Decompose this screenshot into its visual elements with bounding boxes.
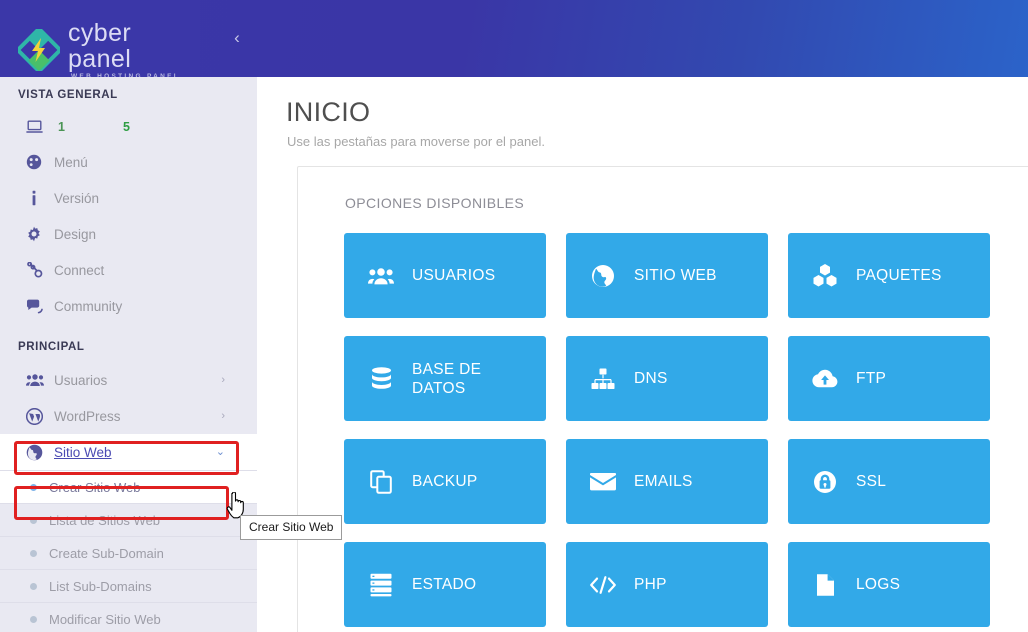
sidebar-subitem-modificar-sitio-web[interactable]: Modificar Sitio Web — [0, 602, 257, 632]
sidebar-item-design[interactable]: Design — [0, 216, 257, 252]
tile-paquetes[interactable]: PAQUETES — [788, 233, 990, 318]
tile-label: ESTADO — [412, 576, 477, 593]
lock-shield-icon — [810, 470, 840, 494]
tile-label: BACKUP — [412, 473, 478, 490]
bullet-icon — [30, 483, 37, 491]
tile-backup[interactable]: BACKUP — [344, 439, 546, 524]
globe-icon — [26, 444, 48, 461]
sidebar-subitem-label: List Sub-Domains — [49, 578, 152, 594]
sidebar-subitem-crear-sitio-web[interactable]: Crear Sitio Web — [0, 470, 257, 503]
chevron-down-icon: ⌄ — [215, 445, 225, 458]
sidebar-item-label: Versión — [54, 190, 100, 206]
tile-label: LOGS — [856, 576, 901, 593]
sidebar-item-label: Usuarios — [54, 372, 108, 388]
tile-label: SITIO WEB — [634, 267, 717, 284]
stat-value-a: 1 — [58, 120, 65, 134]
main-content: INICIO Use las pestañas para moverse por… — [257, 77, 1028, 632]
page-subtitle: Use las pestañas para moverse por el pan… — [287, 134, 545, 149]
sidebar-item-label: Design — [54, 226, 97, 242]
tile-base-de-datos[interactable]: BASE DE DATOS — [344, 336, 546, 421]
sidebar-item-label: Community — [54, 298, 123, 314]
tile-usuarios[interactable]: USUARIOS — [344, 233, 546, 318]
link-icon — [26, 262, 48, 278]
laptop-icon — [26, 120, 48, 134]
tile-ssl[interactable]: SSL — [788, 439, 990, 524]
cloud-upload-icon — [810, 369, 840, 388]
tile-php[interactable]: PHP — [566, 542, 768, 627]
copy-icon — [366, 469, 396, 494]
sidebar-item-connect[interactable]: Connect — [0, 252, 257, 288]
brand-name: cyber panel — [68, 19, 132, 73]
tile-label: PHP — [634, 576, 667, 593]
sidebar-subitem-lista-de-sitios-web[interactable]: Lista de Sitios Web — [0, 503, 257, 536]
cubes-icon — [810, 264, 840, 287]
bullet-icon — [30, 549, 37, 557]
tile-emails[interactable]: EMAILS — [566, 439, 768, 524]
sidebar-section-overview-title: VISTA GENERAL — [18, 89, 118, 101]
sidebar-item-menu[interactable]: Menú — [0, 144, 257, 180]
bullet-icon — [30, 516, 37, 524]
users-icon — [366, 266, 396, 285]
tooltip-crear-sitio-web: Crear Sitio Web — [240, 515, 343, 540]
cyberpanel-app: cyber panel WEB HOSTING PANEL ‹ VISTA GE… — [0, 0, 1028, 632]
tile-label: USUARIOS — [412, 267, 496, 284]
wordpress-icon — [26, 407, 48, 425]
bullet-icon — [30, 615, 37, 623]
tile-ftp[interactable]: FTP — [788, 336, 990, 421]
logo-zone: cyber panel WEB HOSTING PANEL — [0, 0, 200, 80]
sidebar-item-label: Menú — [54, 154, 88, 170]
sidebar-item-version[interactable]: Versión — [0, 180, 257, 216]
brand[interactable]: cyber panel WEB HOSTING PANEL — [14, 18, 200, 82]
code-icon — [588, 575, 618, 595]
sidebar-subitem-label: Lista de Sitios Web — [49, 512, 161, 528]
sidebar-item-label: WordPress — [54, 408, 121, 424]
tile-estado[interactable]: ESTADO — [344, 542, 546, 627]
stat-value-b: 5 — [122, 120, 130, 134]
tile-label: PAQUETES — [856, 267, 942, 284]
sidebar-subitem-label: Create Sub-Domain — [49, 545, 164, 561]
tile-label: SSL — [856, 473, 887, 490]
sidebar-section-main-title: PRINCIPAL — [18, 341, 85, 353]
page-title: INICIO — [286, 97, 371, 127]
sidebar-subitem-label: Modificar Sitio Web — [49, 611, 161, 627]
tile-label: BASE DE DATOS — [412, 360, 482, 397]
sitemap-icon — [588, 368, 618, 390]
dashboard-icon — [26, 154, 48, 170]
users-icon — [26, 373, 48, 387]
info-icon — [26, 190, 48, 206]
tile-dns[interactable]: DNS — [566, 336, 768, 421]
sidebar-item-wordpress[interactable]: WordPress › — [0, 398, 257, 434]
chevron-right-icon: › — [221, 373, 225, 386]
database-icon — [366, 366, 396, 391]
chevron-right-icon: › — [221, 409, 225, 422]
sidebar-item-sitio-web[interactable]: Sitio Web ⌄ — [0, 434, 257, 470]
tile-label: DNS — [634, 370, 668, 387]
top-bar: cyber panel WEB HOSTING PANEL ‹ — [0, 0, 1028, 80]
diamond-bolt-logo-icon — [14, 25, 64, 75]
tile-logs[interactable]: LOGS — [788, 542, 990, 627]
server-icon — [366, 573, 396, 597]
options-grid: USUARIOS SITIO WEB PAQUETES BASE DE DATO… — [298, 211, 1028, 627]
envelope-icon — [588, 472, 618, 491]
tile-label: FTP — [856, 370, 887, 387]
sidebar-item-community[interactable]: Community — [0, 288, 257, 324]
options-card: OPCIONES DISPONIBLES USUARIOS SITIO WEB … — [297, 166, 1028, 632]
sidebar-item-label: Connect — [54, 262, 105, 278]
sidebar-item-label: Sitio Web — [54, 444, 112, 460]
sidebar: VISTA GENERAL 1 5 Menú Versión Design Co… — [0, 77, 257, 632]
tile-sitio-web[interactable]: SITIO WEB — [566, 233, 768, 318]
tile-label: EMAILS — [634, 473, 693, 490]
chevron-left-icon[interactable]: ‹ — [228, 28, 246, 48]
sidebar-subitem-create-sub-domain[interactable]: Create Sub-Domain — [0, 536, 257, 569]
gear-icon — [26, 226, 48, 242]
file-icon — [810, 573, 840, 597]
sidebar-item-usuarios[interactable]: Usuarios › — [0, 362, 257, 398]
comments-icon — [26, 299, 48, 314]
sidebar-subitem-label: Crear Sitio Web — [49, 479, 141, 495]
sidebar-stats-row: 1 5 — [0, 110, 257, 144]
sidebar-subitem-list-sub-domains[interactable]: List Sub-Domains — [0, 569, 257, 602]
card-heading: OPCIONES DISPONIBLES — [345, 195, 525, 211]
bullet-icon — [30, 582, 37, 590]
globe-icon — [588, 264, 618, 288]
